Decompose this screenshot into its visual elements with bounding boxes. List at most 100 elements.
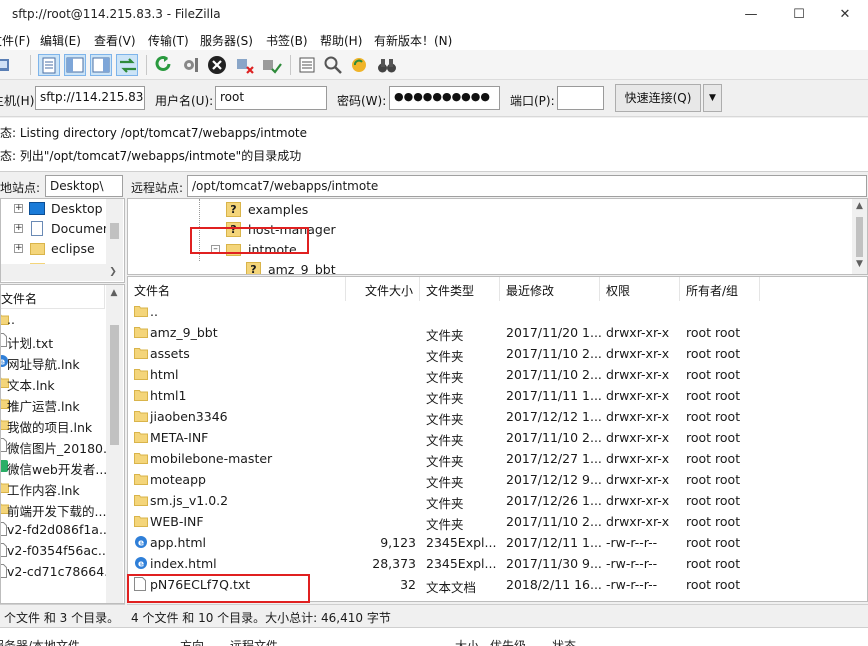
password-input[interactable]: ●●●●●●●●●●	[389, 86, 500, 110]
file-modified: 2017/12/26 1...	[506, 493, 602, 508]
remote-list-item[interactable]: META-INF 文件夹 2017/11/10 2... drwxr-xr-x root…	[128, 427, 867, 448]
local-list-item[interactable]: 前端开发下载的...	[1, 498, 106, 519]
reconnect-icon[interactable]	[260, 54, 282, 76]
remote-list-item[interactable]: moteapp 文件夹 2017/12/12 9... drwxr-xr-x root …	[128, 469, 867, 490]
toggle-local-tree-icon[interactable]	[64, 54, 86, 76]
close-button[interactable]: ✕	[822, 0, 868, 30]
toggle-log-icon[interactable]	[38, 54, 60, 76]
local-tree-scrollbar[interactable]	[106, 199, 123, 264]
remote-list-item[interactable]: html1 文件夹 2017/11/11 1... drwxr-xr-x root ro…	[128, 385, 867, 406]
tree-item-examples[interactable]: ? examples	[128, 200, 828, 220]
local-list-item[interactable]: v2-cd71c78664...	[1, 561, 116, 582]
cancel-icon[interactable]	[206, 54, 228, 76]
file-name: mobilebone-master	[150, 451, 273, 466]
tree-item-amz[interactable]: ? amz_9_bbt	[128, 260, 828, 274]
queue-col-direction[interactable]: 方向	[180, 637, 204, 646]
local-file-name: 计划.txt	[7, 336, 54, 351]
quickconnect-dropdown-icon[interactable]: ▼	[703, 84, 722, 112]
menu-transfer[interactable]: 传输(T)	[148, 32, 189, 49]
file-permissions: drwxr-xr-x	[606, 388, 670, 403]
local-list-item[interactable]: 推广运营.lnk	[1, 393, 106, 414]
remote-tree-scrollbar[interactable]: ▲ ▼	[852, 199, 867, 274]
menu-file[interactable]: 文件(F)	[0, 32, 30, 49]
filter-icon[interactable]	[296, 54, 318, 76]
local-list-item[interactable]: v2-fd2d086f1a...	[1, 519, 111, 540]
menu-view[interactable]: 查看(V)	[94, 32, 136, 49]
file-owner: root root	[686, 535, 741, 550]
menu-new-version[interactable]: 有新版本！(N)	[374, 32, 452, 49]
remote-list-item[interactable]: amz_9_bbt 文件夹 2017/11/20 1... drwxr-xr-x roo…	[128, 322, 867, 343]
remote-col-size[interactable]: 文件大小	[346, 277, 420, 301]
remote-site-label: 远程站点:	[131, 181, 184, 195]
toggle-queue-icon[interactable]	[116, 54, 138, 76]
queue-col-remote[interactable]: 远程文件	[230, 637, 278, 646]
local-list-item[interactable]: 微信web开发者...	[1, 456, 107, 477]
maximize-button[interactable]: ☐	[776, 0, 822, 30]
sync-browse-icon[interactable]	[348, 54, 370, 76]
site-manager-icon[interactable]	[0, 54, 14, 76]
folder-icon	[134, 514, 148, 528]
file-owner: root root	[686, 388, 741, 403]
local-list-item[interactable]: 计划.txt	[1, 330, 106, 351]
local-list-scrollbar[interactable]: ▲	[106, 285, 123, 603]
minimize-button[interactable]: —	[728, 0, 774, 30]
file-name: jiaoben3346	[150, 409, 228, 424]
menu-edit[interactable]: 编辑(E)	[40, 32, 81, 49]
remote-col-type[interactable]: 文件类型	[420, 277, 500, 301]
file-name: html	[150, 367, 179, 382]
search-binoculars-icon[interactable]	[376, 54, 398, 76]
file-name: META-INF	[150, 430, 209, 445]
menu-bookmarks[interactable]: 书签(B)	[266, 32, 308, 49]
expand-icon[interactable]: +	[14, 244, 23, 253]
queue-col-status[interactable]: 状态	[552, 637, 576, 646]
process-queue-icon[interactable]	[180, 54, 202, 76]
disconnect-icon[interactable]	[234, 54, 256, 76]
port-input[interactable]	[557, 86, 604, 110]
queue-col-size[interactable]: 大小	[455, 637, 479, 646]
remote-col-modified[interactable]: 最近修改	[500, 277, 600, 301]
local-list-item[interactable]: 微信图片_20180...	[1, 435, 115, 456]
local-path-input[interactable]: Desktop\	[45, 175, 123, 197]
local-list-item[interactable]: 我做的项目.lnk	[1, 414, 106, 435]
local-col-filename[interactable]: 文件名	[1, 285, 105, 309]
remote-path-input[interactable]: /opt/tomcat7/webapps/intmote	[187, 175, 867, 197]
remote-list-item[interactable]: jiaoben3346 文件夹 2017/12/12 1... drwxr-xr-x r…	[128, 406, 867, 427]
compare-icon[interactable]	[322, 54, 344, 76]
quickconnect-button[interactable]: 快速连接(Q)	[615, 84, 701, 112]
remote-file-list: 文件名 文件大小 文件类型 最近修改 权限 所有者/组 ⌃ .. amz_9_bb…	[127, 276, 868, 602]
local-tree-hscrollbar[interactable]: ❯	[1, 264, 123, 281]
remote-col-permissions[interactable]: 权限	[600, 277, 680, 301]
file-size: 32	[400, 577, 416, 592]
file-name: amz_9_bbt	[150, 325, 218, 340]
local-list-item[interactable]: 文本.lnk	[1, 372, 106, 393]
local-list-item[interactable]: e网址导航.lnk	[1, 351, 106, 372]
queue-col-priority[interactable]: 优先级	[490, 637, 526, 646]
chevron-up-icon[interactable]: ▲	[852, 201, 867, 211]
user-input[interactable]: root	[215, 86, 327, 110]
queue-col-local[interactable]: 服务器/本地文件	[0, 637, 80, 646]
menu-server[interactable]: 服务器(S)	[200, 32, 253, 49]
remote-list-item[interactable]: assets 文件夹 2017/11/10 2... drwxr-xr-x root r…	[128, 343, 867, 364]
remote-list-item[interactable]: ..	[128, 301, 867, 322]
expand-icon[interactable]: +	[14, 224, 23, 233]
local-list-item[interactable]: v2-f0354f56ac...	[1, 540, 110, 561]
expand-icon[interactable]: +	[14, 204, 23, 213]
local-list-item[interactable]: 工作内容.lnk	[1, 477, 106, 498]
remote-list-item[interactable]: e index.html 28,373 2345Expl... 2017/11/30 9…	[128, 553, 867, 574]
refresh-icon[interactable]	[152, 54, 174, 76]
remote-col-owner[interactable]: 所有者/组	[680, 277, 760, 301]
remote-list-item[interactable]: sm.js_v1.0.2 文件夹 2017/12/26 1... drwxr-xr-x…	[128, 490, 867, 511]
remote-list-item[interactable]: html 文件夹 2017/11/10 2... drwxr-xr-x root roo…	[128, 364, 867, 385]
menu-help[interactable]: 帮助(H)	[320, 32, 362, 49]
chevron-up-icon[interactable]: ▲	[106, 288, 122, 298]
chevron-down-icon[interactable]: ▼	[852, 259, 867, 269]
remote-list-item[interactable]: mobilebone-master 文件夹 2017/12/27 1... drwxr…	[128, 448, 867, 469]
local-list-item[interactable]: ..	[1, 309, 106, 330]
file-owner: root root	[686, 556, 741, 571]
remote-list-item[interactable]: e app.html 9,123 2345Expl... 2017/12/11 1...…	[128, 532, 867, 553]
file-type: 文件夹	[426, 328, 464, 343]
chevron-right-icon[interactable]: ❯	[105, 267, 121, 277]
toggle-remote-tree-icon[interactable]	[90, 54, 112, 76]
remote-list-item[interactable]: WEB-INF 文件夹 2017/11/10 2... drwxr-xr-x root …	[128, 511, 867, 532]
host-input[interactable]: sftp://114.215.83.3	[35, 86, 145, 110]
